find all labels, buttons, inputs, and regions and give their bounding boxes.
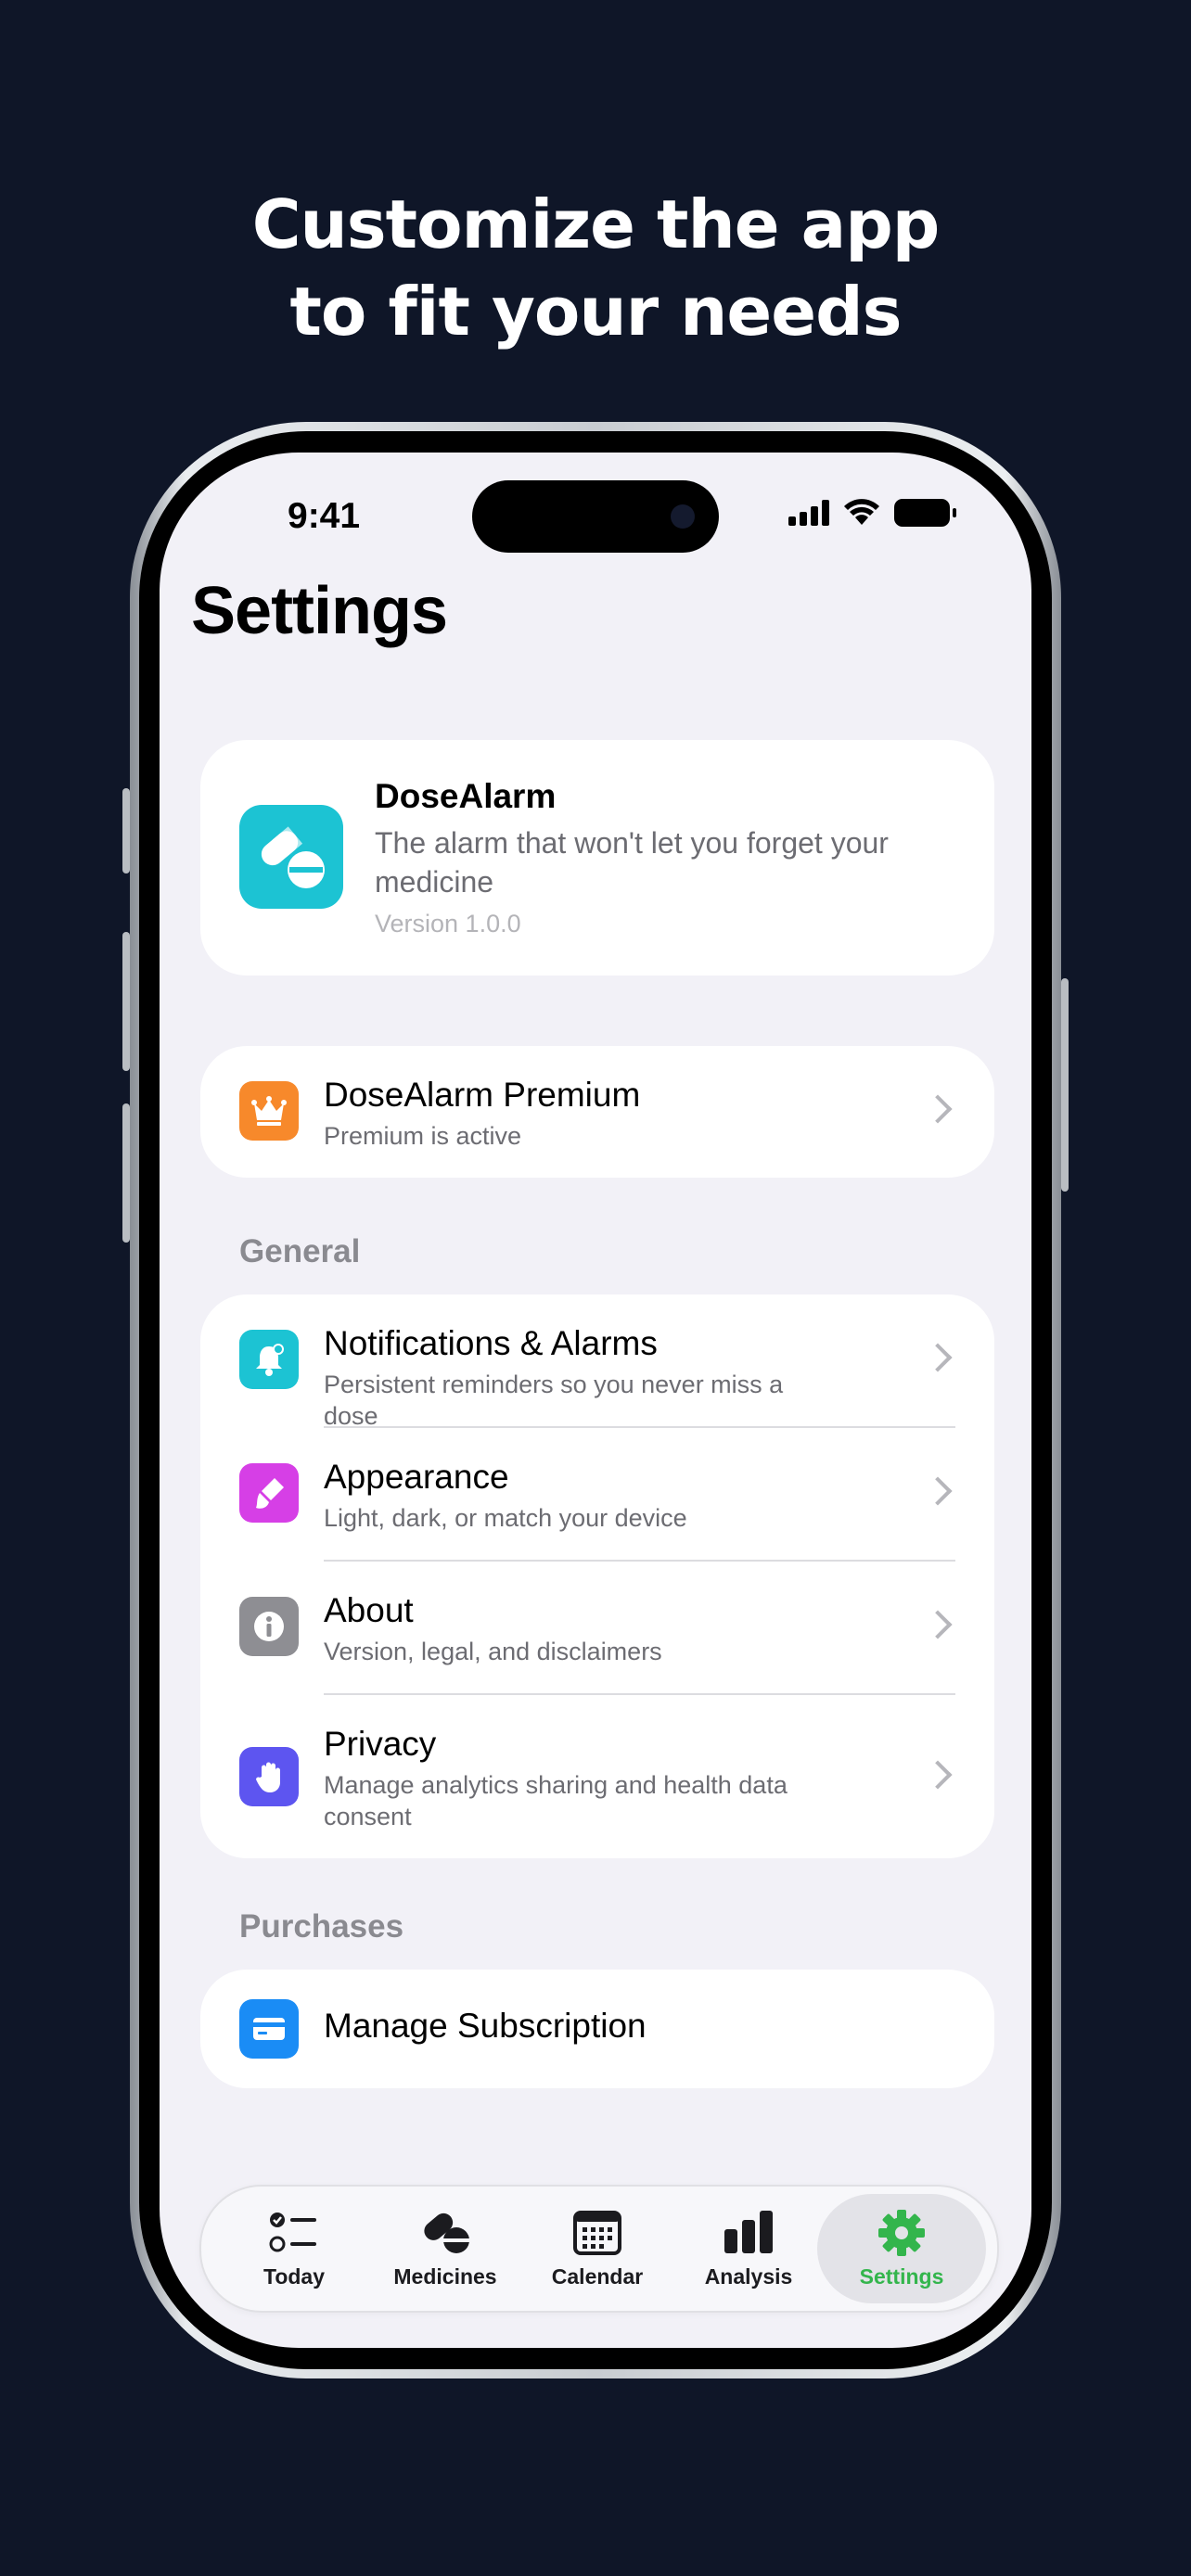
volume-down-button	[122, 1103, 130, 1243]
headline-line-1: Customize the app	[251, 185, 941, 263]
tab-label: Calendar	[551, 2264, 644, 2289]
settings-item-subtitle: Persistent reminders so you never miss a…	[324, 1371, 784, 1430]
settings-item-about[interactable]: About Version, legal, and disclaimers	[200, 1562, 994, 1693]
section-label-general: General	[239, 1233, 361, 1269]
dynamic-island	[472, 480, 719, 553]
checklist-icon	[269, 2213, 316, 2252]
camera-icon	[671, 504, 695, 529]
manage-subscription-row: Manage Subscription	[200, 1970, 994, 2088]
tab-label: Analysis	[704, 2264, 793, 2289]
premium-row[interactable]: DoseAlarm Premium Premium is active	[200, 1046, 994, 1178]
settings-item-title: Appearance	[324, 1458, 509, 1496]
headline-line-2: to fit your needs	[289, 273, 903, 351]
chevron-right-icon	[923, 1476, 953, 1506]
premium-subtitle: Premium is active	[324, 1122, 522, 1150]
app-version: Version 1.0.0	[375, 910, 521, 937]
settings-item-subtitle: Light, dark, or match your device	[324, 1504, 687, 1532]
app-info-card: DoseAlarm The alarm that won't let you f…	[200, 740, 994, 976]
status-time: 9:41	[288, 496, 361, 536]
status-icons	[788, 499, 956, 527]
paintbrush-icon	[239, 1463, 299, 1523]
premium-title: DoseAlarm Premium	[324, 1076, 641, 1114]
pills-icon	[424, 2213, 469, 2253]
credit-card-icon	[239, 1999, 299, 2059]
wifi-icon	[844, 499, 879, 525]
volume-up-button	[122, 932, 130, 1071]
settings-item-manage-subscription[interactable]: Manage Subscription	[200, 1970, 994, 2088]
settings-item-privacy[interactable]: Privacy Manage analytics sharing and hea…	[200, 1695, 994, 1858]
battery-icon	[894, 499, 956, 527]
bell-icon	[239, 1330, 299, 1389]
calendar-icon	[573, 2211, 621, 2255]
tab-settings[interactable]: Settings	[827, 2187, 976, 2311]
settings-item-appearance[interactable]: Appearance Light, dark, or match your de…	[200, 1428, 994, 1560]
settings-item-title: Manage Subscription	[324, 2007, 647, 2045]
side-button	[1061, 978, 1069, 1192]
tab-analysis[interactable]: Analysis	[674, 2187, 823, 2311]
info-icon	[239, 1597, 299, 1656]
chevron-right-icon	[923, 1343, 953, 1372]
tab-bar: Today Medicines Calendar Analysis Settin…	[199, 2185, 999, 2313]
general-settings-list: Notifications & Alarms Persistent remind…	[200, 1294, 994, 1858]
hand-icon	[239, 1747, 299, 1806]
tab-calendar[interactable]: Calendar	[523, 2187, 672, 2311]
chevron-right-icon	[923, 1094, 953, 1124]
gear-icon	[878, 2210, 925, 2256]
phone-screen: 9:41 Settings DoseAlarm The alarm that w…	[160, 453, 1031, 2348]
tab-today[interactable]: Today	[220, 2187, 368, 2311]
page-title: Settings	[191, 574, 448, 648]
settings-item-subtitle: Version, legal, and disclaimers	[324, 1638, 662, 1665]
bar-chart-icon	[724, 2211, 773, 2253]
tab-label: Medicines	[393, 2264, 497, 2289]
pills-icon	[239, 805, 343, 909]
tab-medicines[interactable]: Medicines	[371, 2187, 519, 2311]
chevron-right-icon	[923, 1760, 953, 1790]
tab-label: Settings	[859, 2264, 944, 2289]
settings-item-notifications[interactable]: Notifications & Alarms Persistent remind…	[200, 1294, 994, 1430]
cellular-signal-icon	[788, 500, 829, 526]
settings-item-title: About	[324, 1591, 414, 1629]
tab-label: Today	[263, 2264, 326, 2289]
action-button	[122, 788, 130, 874]
settings-item-subtitle: Manage analytics sharing and health data…	[324, 1771, 788, 1830]
promo-headline: Customize the app to fit your needs	[0, 181, 1191, 355]
section-label-purchases: Purchases	[239, 1908, 404, 1945]
settings-item-title: Notifications & Alarms	[324, 1324, 658, 1362]
settings-item-title: Privacy	[324, 1725, 437, 1763]
app-description: The alarm that won't let you forget your…	[375, 826, 889, 899]
crown-icon	[239, 1081, 299, 1141]
app-name: DoseAlarm	[375, 777, 557, 815]
premium-row-content: DoseAlarm Premium Premium is active	[200, 1046, 994, 1178]
chevron-right-icon	[923, 1610, 953, 1639]
